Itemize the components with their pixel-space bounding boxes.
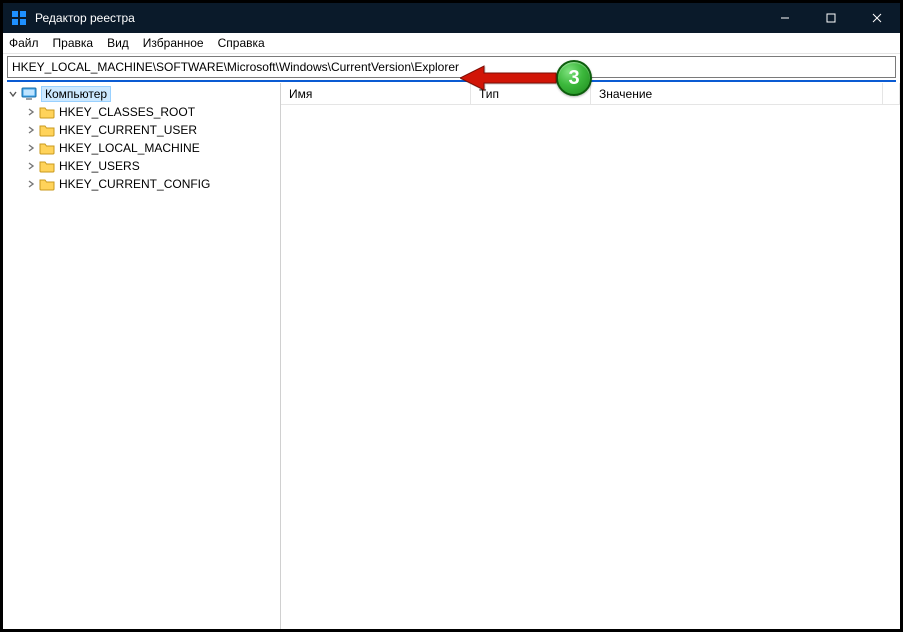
folder-icon xyxy=(39,122,55,138)
collapse-icon[interactable] xyxy=(7,88,19,100)
folder-icon xyxy=(39,140,55,156)
titlebar: Редактор реестра xyxy=(3,3,900,33)
tree-node-hkcu[interactable]: HKEY_CURRENT_USER xyxy=(3,121,280,139)
tree-node-hkcc[interactable]: HKEY_CURRENT_CONFIG xyxy=(3,175,280,193)
tree-node-label: Компьютер xyxy=(41,86,111,102)
menu-edit[interactable]: Правка xyxy=(53,36,94,50)
tree-node-label: HKEY_LOCAL_MACHINE xyxy=(59,141,200,155)
regedit-icon xyxy=(11,10,27,26)
list-body[interactable] xyxy=(281,105,900,629)
content: Компьютер HKEY_CLASSES_ROOT xyxy=(3,82,900,629)
list-header: Имя Тип Значение xyxy=(281,83,900,105)
folder-icon xyxy=(39,158,55,174)
tree-node-hkcr[interactable]: HKEY_CLASSES_ROOT xyxy=(3,103,280,121)
computer-icon xyxy=(21,86,37,102)
column-value[interactable]: Значение xyxy=(591,83,883,104)
menubar: Файл Правка Вид Избранное Справка xyxy=(3,33,900,54)
tree-pane[interactable]: Компьютер HKEY_CLASSES_ROOT xyxy=(3,83,281,629)
menu-view[interactable]: Вид xyxy=(107,36,129,50)
tree-node-hku[interactable]: HKEY_USERS xyxy=(3,157,280,175)
expand-icon[interactable] xyxy=(25,142,37,154)
minimize-button[interactable] xyxy=(762,3,808,33)
window-title: Редактор реестра xyxy=(35,11,135,25)
expand-icon[interactable] xyxy=(25,124,37,136)
column-pad xyxy=(883,83,900,104)
list-pane: Имя Тип Значение xyxy=(281,83,900,629)
window-controls xyxy=(762,3,900,33)
folder-icon xyxy=(39,104,55,120)
tree-node-label: HKEY_CLASSES_ROOT xyxy=(59,105,195,119)
address-bar[interactable]: HKEY_LOCAL_MACHINE\SOFTWARE\Microsoft\Wi… xyxy=(7,56,896,78)
expand-icon[interactable] xyxy=(25,178,37,190)
tree-node-label: HKEY_CURRENT_USER xyxy=(59,123,197,137)
menu-help[interactable]: Справка xyxy=(218,36,265,50)
folder-icon xyxy=(39,176,55,192)
expand-icon[interactable] xyxy=(25,106,37,118)
column-name[interactable]: Имя xyxy=(281,83,471,104)
menu-favorites[interactable]: Избранное xyxy=(143,36,204,50)
address-path: HKEY_LOCAL_MACHINE\SOFTWARE\Microsoft\Wi… xyxy=(12,60,459,74)
tree-root-computer[interactable]: Компьютер xyxy=(3,85,280,103)
close-button[interactable] xyxy=(854,3,900,33)
menu-file[interactable]: Файл xyxy=(9,36,39,50)
column-type[interactable]: Тип xyxy=(471,83,591,104)
expand-icon[interactable] xyxy=(25,160,37,172)
tree-node-label: HKEY_CURRENT_CONFIG xyxy=(59,177,210,191)
maximize-button[interactable] xyxy=(808,3,854,33)
tree-node-label: HKEY_USERS xyxy=(59,159,140,173)
tree-node-hklm[interactable]: HKEY_LOCAL_MACHINE xyxy=(3,139,280,157)
